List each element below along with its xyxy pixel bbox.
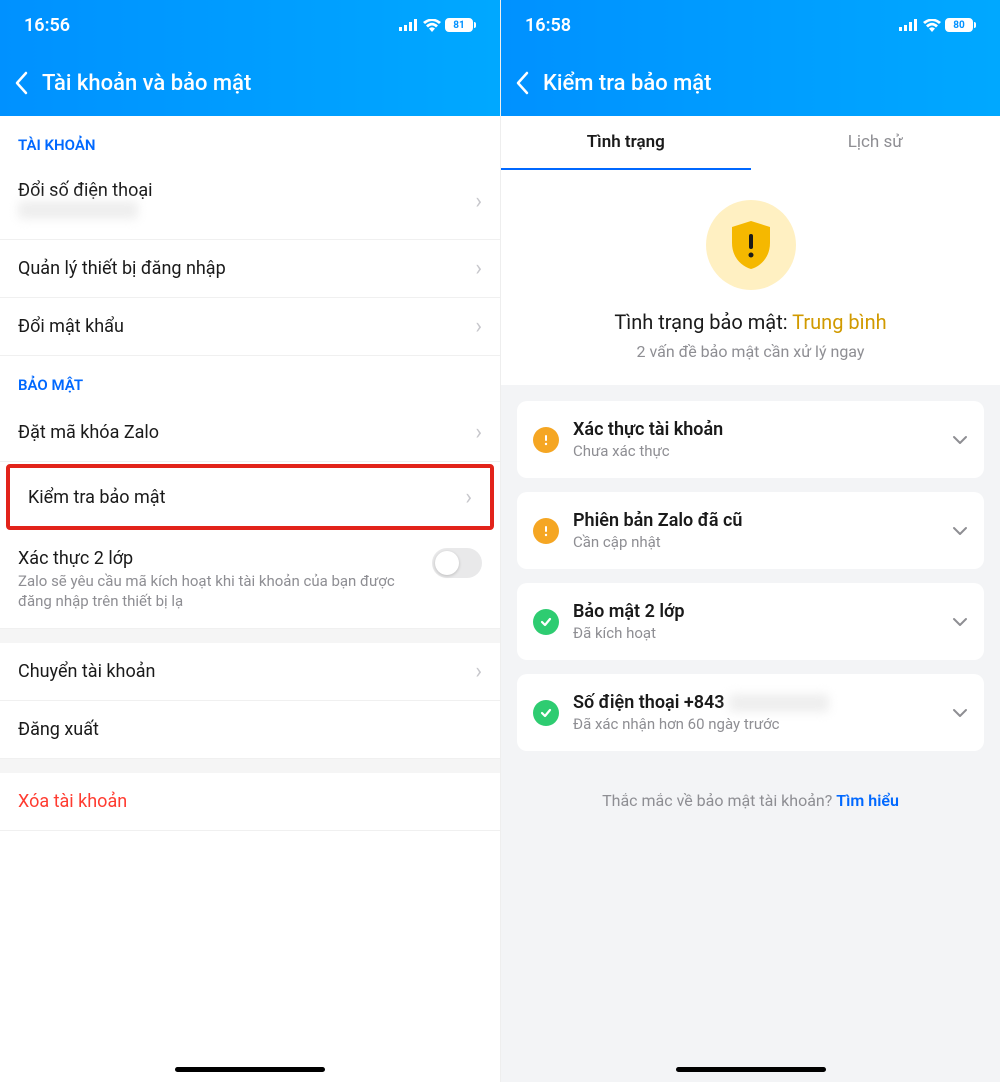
home-indicator[interactable] — [676, 1067, 826, 1072]
tabs: Tình trạng Lịch sử — [501, 116, 1000, 170]
card-sub: Chưa xác thực — [573, 442, 938, 460]
signal-icon — [399, 19, 419, 31]
security-status-value: Trung bình — [792, 310, 886, 334]
row-switch-account[interactable]: Chuyển tài khoản › — [0, 643, 500, 701]
row-check-security[interactable]: Kiểm tra bảo mật › — [10, 468, 490, 526]
row-manage-devices[interactable]: Quản lý thiết bị đăng nhập › — [0, 240, 500, 298]
battery-icon: 81 — [445, 18, 476, 32]
status-bar: 16:58 80 — [501, 0, 1000, 50]
row-two-factor[interactable]: Xác thực 2 lớp Zalo sẽ yêu cầu mã kích h… — [0, 532, 500, 629]
two-factor-toggle[interactable] — [432, 548, 482, 578]
row-change-password[interactable]: Đổi mật khẩu › — [0, 298, 500, 356]
chevron-right-icon: › — [475, 189, 482, 214]
card-title: Phiên bản Zalo đã cũ — [573, 510, 938, 531]
chevron-right-icon: › — [475, 256, 482, 281]
row-description: Zalo sẽ yêu cầu mã kích hoạt khi tài kho… — [18, 571, 432, 612]
card-sub: Đã xác nhận hơn 60 ngày trước — [573, 715, 938, 733]
signal-icon — [899, 19, 919, 31]
warning-icon — [533, 427, 559, 453]
nav-bar: Kiểm tra bảo mật — [501, 50, 1000, 116]
learn-more-link[interactable]: Tìm hiểu — [836, 791, 899, 810]
highlighted-row: Kiểm tra bảo mật › — [6, 464, 494, 530]
back-icon[interactable] — [14, 71, 28, 95]
section-header-account: TÀI KHOẢN — [0, 116, 500, 164]
security-status-line: Tình trạng bảo mật: Trung bình — [614, 310, 886, 334]
row-sign-out[interactable]: Đăng xuất — [0, 701, 500, 759]
phone-redacted — [729, 694, 829, 712]
row-lock-zalo[interactable]: Đặt mã khóa Zalo › — [0, 404, 500, 462]
card-title: Số điện thoại +843 — [573, 692, 938, 713]
chevron-down-icon — [952, 617, 968, 627]
security-cards: Xác thực tài khoản Chưa xác thực Phiên b… — [501, 385, 1000, 767]
card-sub: Đã kích hoạt — [573, 624, 938, 642]
status-bar: 16:56 81 — [0, 0, 500, 50]
tab-history[interactable]: Lịch sử — [751, 116, 1000, 170]
row-label: Xác thực 2 lớp — [18, 548, 432, 569]
spacer — [0, 629, 500, 643]
card-sub: Cần cập nhật — [573, 533, 938, 551]
page-title: Kiểm tra bảo mật — [543, 71, 712, 96]
screen-security-check: 16:58 80 Kiểm tra bảo mật Tình trạng Lịc… — [500, 0, 1000, 1082]
nav-bar: Tài khoản và bảo mật — [0, 50, 500, 116]
battery-icon: 80 — [945, 18, 976, 32]
shield-warning-icon — [706, 200, 796, 290]
chevron-down-icon — [952, 526, 968, 536]
chevron-right-icon: › — [465, 485, 472, 510]
security-status-label: Tình trạng bảo mật: — [614, 310, 787, 334]
card-outdated-zalo[interactable]: Phiên bản Zalo đã cũ Cần cập nhật — [517, 492, 984, 569]
card-verify-account[interactable]: Xác thực tài khoản Chưa xác thực — [517, 401, 984, 478]
wifi-icon — [923, 19, 941, 32]
check-icon — [533, 700, 559, 726]
footer: Thắc mắc về bảo mật tài khoản? Tìm hiểu — [501, 767, 1000, 834]
section-header-security: BẢO MẬT — [0, 356, 500, 404]
footer-text: Thắc mắc về bảo mật tài khoản? — [602, 791, 836, 810]
row-label: Quản lý thiết bị đăng nhập — [18, 258, 475, 279]
row-label: Xóa tài khoản — [18, 791, 482, 812]
back-icon[interactable] — [515, 71, 529, 95]
screen-account-security: 16:56 81 Tài khoản và bảo mật TÀI KHOẢN … — [0, 0, 500, 1082]
card-two-step[interactable]: Bảo mật 2 lớp Đã kích hoạt — [517, 583, 984, 660]
card-phone[interactable]: Số điện thoại +843 Đã xác nhận hơn 60 ng… — [517, 674, 984, 751]
security-status-sub: 2 vấn đề bảo mật cần xử lý ngay — [637, 342, 865, 361]
phone-number-redacted — [18, 201, 138, 219]
chevron-right-icon: › — [475, 420, 482, 445]
chevron-down-icon — [952, 435, 968, 445]
chevron-right-icon: › — [475, 659, 482, 684]
warning-icon — [533, 518, 559, 544]
row-change-phone[interactable]: Đổi số điện thoại › — [0, 164, 500, 240]
card-title: Xác thực tài khoản — [573, 419, 938, 440]
row-label: Đổi số điện thoại — [18, 180, 475, 201]
security-summary: Tình trạng bảo mật: Trung bình 2 vấn đề … — [501, 170, 1000, 385]
row-delete-account[interactable]: Xóa tài khoản — [0, 773, 500, 831]
status-icons: 81 — [399, 18, 476, 32]
row-label: Đăng xuất — [18, 719, 482, 740]
row-label: Chuyển tài khoản — [18, 661, 475, 682]
spacer — [0, 759, 500, 773]
status-icons: 80 — [899, 18, 976, 32]
row-label: Kiểm tra bảo mật — [28, 487, 465, 508]
chevron-down-icon — [952, 708, 968, 718]
status-time: 16:56 — [24, 15, 70, 36]
page-title: Tài khoản và bảo mật — [42, 71, 251, 96]
check-icon — [533, 609, 559, 635]
row-label: Đổi mật khẩu — [18, 316, 475, 337]
status-time: 16:58 — [525, 15, 571, 36]
chevron-right-icon: › — [475, 314, 482, 339]
home-indicator[interactable] — [175, 1067, 325, 1072]
card-title: Bảo mật 2 lớp — [573, 601, 938, 622]
wifi-icon — [423, 19, 441, 32]
row-label: Đặt mã khóa Zalo — [18, 422, 475, 443]
tab-status[interactable]: Tình trạng — [501, 116, 751, 170]
